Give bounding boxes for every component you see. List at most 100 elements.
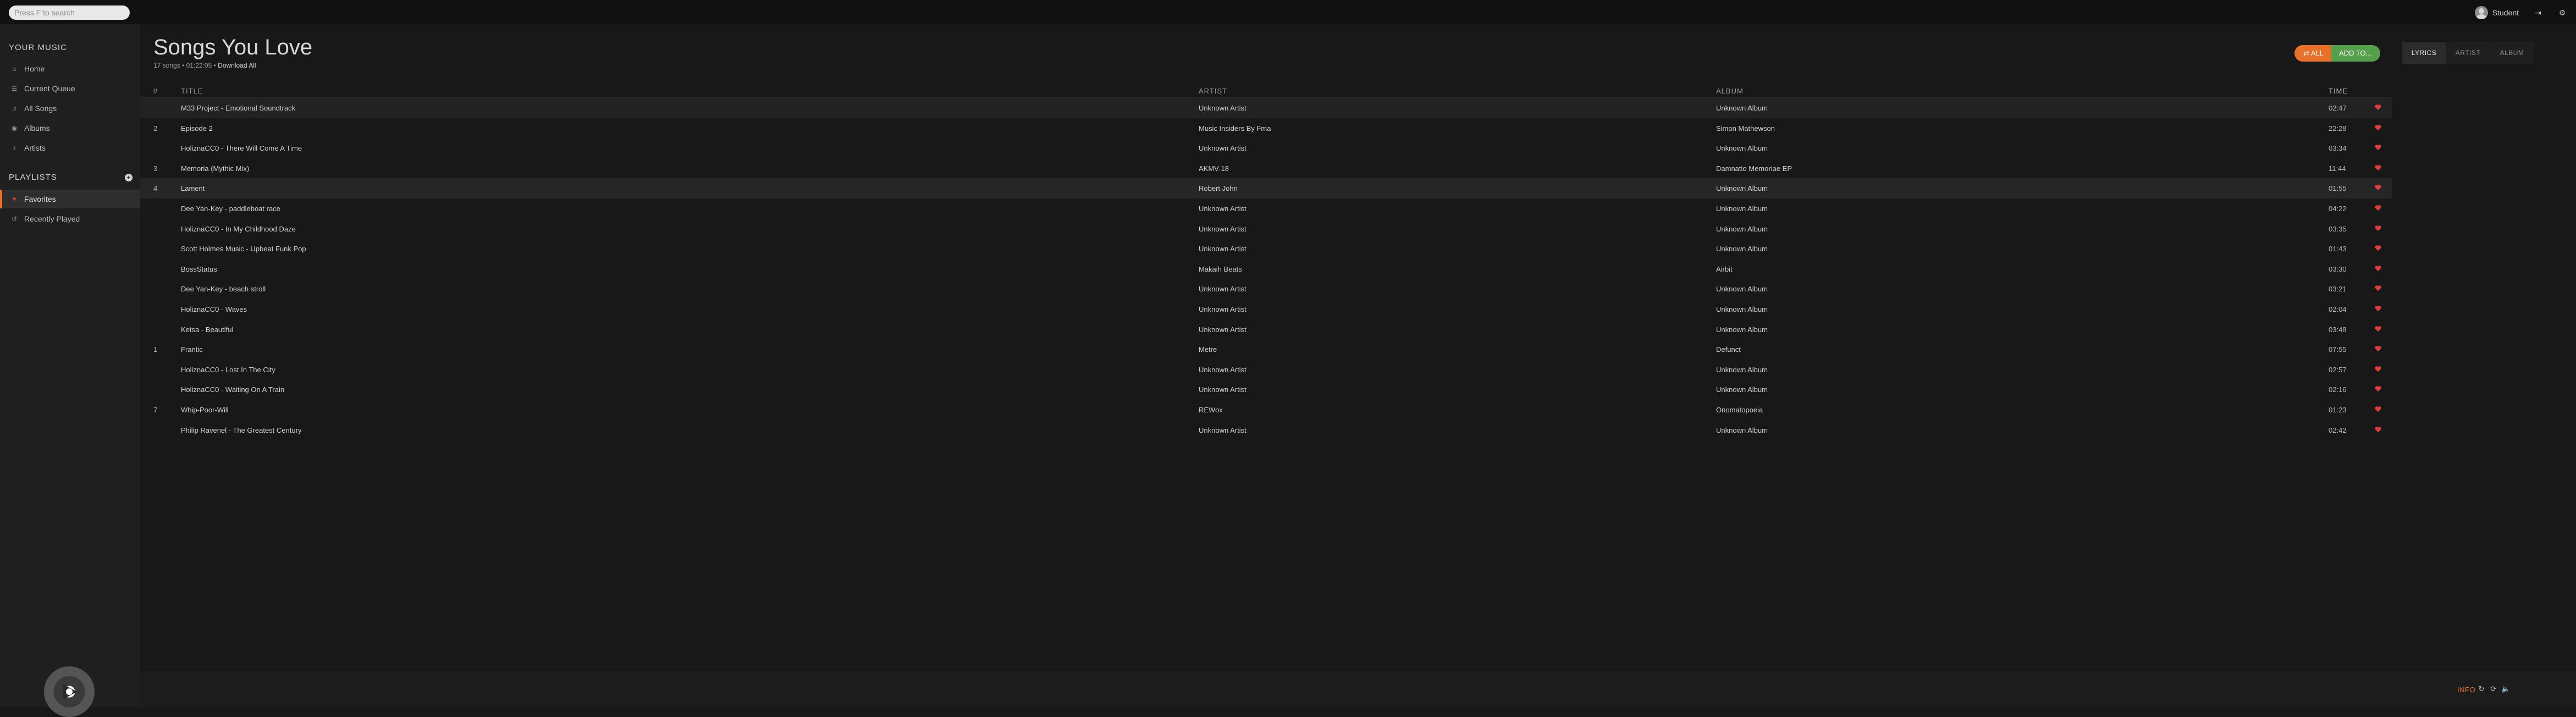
song-title[interactable]: HoliznaCC0 - There Will Come A Time (181, 144, 302, 152)
song-album[interactable]: Unknown Album (1716, 225, 1768, 233)
table-row[interactable]: Dee Yan-Key - beach stroll Unknown Artist… (140, 279, 2392, 299)
song-artist[interactable]: Robert John (1199, 184, 1238, 192)
table-row[interactable]: 7 Whip-Poor-Will REWox Onomatopoeia 01:23 (140, 400, 2392, 420)
logout-icon[interactable]: ⇥ (2533, 8, 2543, 18)
song-artist[interactable]: Unknown Artist (1199, 305, 1246, 313)
song-album[interactable]: Unknown Album (1716, 366, 1768, 374)
favorite-heart-icon[interactable] (2374, 224, 2382, 232)
song-artist[interactable]: Unknown Artist (1199, 426, 1246, 434)
add-to-button[interactable]: ADD TO... (2331, 45, 2381, 62)
song-artist[interactable]: Unknown Artist (1199, 326, 1246, 334)
shuffle-all-button[interactable]: ⇄ ALL (2294, 45, 2331, 62)
info-toggle[interactable]: INFO (2457, 686, 2475, 694)
song-album[interactable]: Unknown Album (1716, 184, 1768, 192)
favorite-heart-icon[interactable] (2374, 385, 2382, 393)
favorite-heart-icon[interactable] (2374, 365, 2382, 373)
table-row[interactable]: HoliznaCC0 - Lost In The City Unknown Art… (140, 360, 2392, 380)
song-title[interactable]: BossStatus (181, 265, 217, 273)
favorite-heart-icon[interactable] (2374, 124, 2382, 131)
user-menu[interactable]: Student (2474, 5, 2519, 20)
song-title[interactable]: HoliznaCC0 - In My Childhood Daze (181, 225, 296, 233)
song-artist[interactable]: Makaih Beats (1199, 265, 1242, 273)
favorite-heart-icon[interactable] (2374, 264, 2382, 272)
song-title[interactable]: Frantic (181, 345, 203, 354)
tab-artist[interactable]: ARTIST (2446, 42, 2490, 64)
table-row[interactable]: Ketsa - Beautiful Unknown Artist Unknown A… (140, 319, 2392, 340)
favorite-heart-icon[interactable] (2374, 284, 2382, 292)
song-title[interactable]: Episode 2 (181, 124, 213, 133)
song-title[interactable]: Dee Yan-Key - paddleboat race (181, 205, 280, 213)
song-title[interactable]: Philip Ravenel - The Greatest Century (181, 426, 301, 434)
song-title[interactable]: Memoria (Mythic Mix) (181, 164, 249, 173)
tab-lyrics[interactable]: LYRICS (2402, 42, 2446, 64)
table-row[interactable]: HoliznaCC0 - There Will Come A Time Unkno… (140, 138, 2392, 158)
song-title[interactable]: Lament (181, 184, 205, 192)
table-row[interactable]: 1 Frantic Metre Defunct 07:55 (140, 339, 2392, 360)
song-artist[interactable]: AKMV-18 (1199, 164, 1229, 173)
tab-album[interactable]: ALBUM (2490, 42, 2534, 64)
song-title[interactable]: HoliznaCC0 - Waves (181, 305, 247, 313)
song-title[interactable]: Whip-Poor-Will (181, 406, 229, 414)
song-title[interactable]: Scott Holmes Music - Upbeat Funk Pop (181, 245, 306, 253)
table-row[interactable]: M33 Project - Emotional Soundtrack Unknow… (140, 98, 2392, 118)
song-album[interactable]: Onomatopoeia (1716, 406, 1763, 414)
song-album[interactable]: Airbit (1716, 265, 1733, 273)
song-artist[interactable]: Unknown Artist (1199, 285, 1246, 293)
sidebar-item-all-songs[interactable]: ♫ All Songs (0, 99, 140, 118)
song-title[interactable]: HoliznaCC0 - Waiting On A Train (181, 385, 284, 394)
song-album[interactable]: Unknown Album (1716, 205, 1768, 213)
table-row[interactable]: HoliznaCC0 - In My Childhood Daze Unknown… (140, 219, 2392, 239)
favorite-heart-icon[interactable] (2374, 144, 2382, 151)
song-album[interactable]: Damnatio Memoriae EP (1716, 164, 1792, 173)
sidebar-item-home[interactable]: ⌂ Home (0, 59, 140, 78)
sidebar-item-albums[interactable]: ◉ Albums (0, 119, 140, 137)
song-artist[interactable]: Music Insiders By Fma (1199, 124, 1271, 133)
song-album[interactable]: Unknown Album (1716, 305, 1768, 313)
song-title[interactable]: M33 Project - Emotional Soundtrack (181, 104, 295, 112)
song-title[interactable]: Dee Yan-Key - beach stroll (181, 285, 266, 293)
song-album[interactable]: Simon Mathewson (1716, 124, 1775, 133)
favorite-heart-icon[interactable] (2374, 103, 2382, 111)
column-header-artist[interactable]: ARTIST (1199, 87, 1227, 95)
song-artist[interactable]: Unknown Artist (1199, 385, 1246, 394)
sidebar-item-current-queue[interactable]: ☰ Current Queue (0, 79, 140, 98)
favorite-heart-icon[interactable] (2374, 345, 2382, 352)
table-row[interactable]: 4 Lament Robert John Unknown Album 01:55 (140, 178, 2392, 198)
song-artist[interactable]: Unknown Artist (1199, 144, 1246, 152)
column-header-time[interactable]: TIME (2329, 87, 2348, 95)
table-row[interactable]: Scott Holmes Music - Upbeat Funk Pop Unkn… (140, 239, 2392, 259)
search-input[interactable] (9, 5, 130, 20)
song-album[interactable]: Unknown Album (1716, 426, 1768, 434)
column-header-num[interactable]: # (153, 87, 158, 95)
favorite-heart-icon[interactable] (2374, 405, 2382, 413)
favorite-heart-icon[interactable] (2374, 325, 2382, 333)
table-row[interactable]: Philip Ravenel - The Greatest Century Unk… (140, 420, 2392, 440)
sidebar-item-artists[interactable]: ♪ Artists (0, 139, 140, 157)
column-header-title[interactable]: TITLE (181, 87, 203, 95)
song-artist[interactable]: REWox (1199, 406, 1223, 414)
table-row[interactable]: 3 Memoria (Mythic Mix) AKMV-18 Damnatio Mem… (140, 158, 2392, 179)
album-cover[interactable] (44, 666, 95, 717)
song-album[interactable]: Unknown Album (1716, 144, 1768, 152)
column-header-album[interactable]: ALBUM (1716, 87, 1744, 95)
sidebar-item-recently-played[interactable]: ↺ Recently Played (0, 209, 140, 228)
song-artist[interactable]: Unknown Artist (1199, 366, 1246, 374)
table-row[interactable]: 2 Episode 2 Music Insiders By Fma Simon Mat… (140, 118, 2392, 139)
song-album[interactable]: Unknown Album (1716, 104, 1768, 112)
favorite-heart-icon[interactable] (2374, 426, 2382, 433)
table-row[interactable]: HoliznaCC0 - Waiting On A Train Unknown A… (140, 379, 2392, 400)
table-row[interactable]: HoliznaCC0 - Waves Unknown Artist Unknown … (140, 299, 2392, 319)
favorite-heart-icon[interactable] (2374, 244, 2382, 252)
song-artist[interactable]: Unknown Artist (1199, 245, 1246, 253)
song-album[interactable]: Unknown Album (1716, 285, 1768, 293)
song-artist[interactable]: Metre (1199, 345, 1217, 354)
song-artist[interactable]: Unknown Artist (1199, 104, 1246, 112)
download-all-link[interactable]: Download All (218, 62, 256, 69)
song-album[interactable]: Defunct (1716, 345, 1741, 354)
song-title[interactable]: Ketsa - Beautiful (181, 326, 233, 334)
favorite-heart-icon[interactable] (2374, 184, 2382, 191)
user-name[interactable]: Student (2492, 8, 2519, 17)
favorite-heart-icon[interactable] (2374, 305, 2382, 312)
song-artist[interactable]: Unknown Artist (1199, 205, 1246, 213)
favorite-heart-icon[interactable] (2374, 204, 2382, 212)
